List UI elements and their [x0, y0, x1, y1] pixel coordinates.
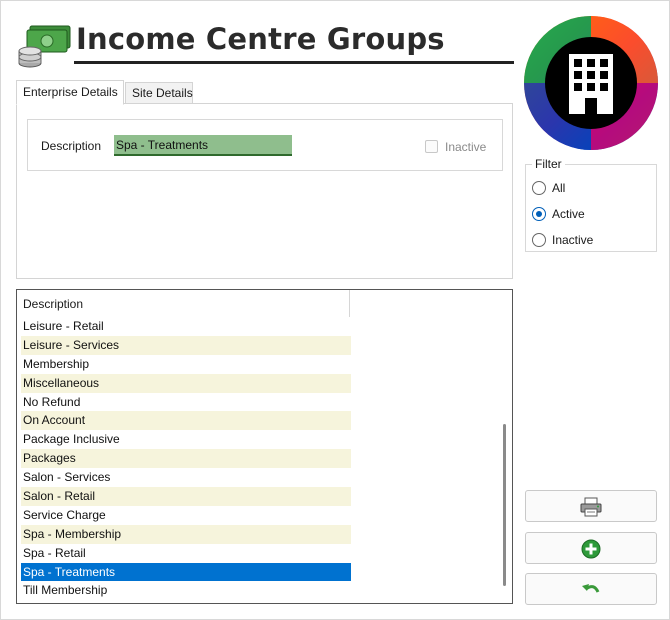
filter-all-label: All: [552, 181, 566, 195]
enterprise-details-panel: Description Inactive: [16, 103, 513, 279]
column-header-description: Description: [23, 297, 84, 311]
plus-circle-icon: [581, 539, 601, 559]
filter-legend: Filter: [532, 157, 565, 171]
list-item[interactable]: Salon - Retail: [21, 487, 351, 506]
building-logo-icon: [524, 16, 658, 150]
filter-active-label: Active: [552, 207, 585, 221]
list-item[interactable]: On Account: [21, 411, 351, 431]
title-underline: [74, 61, 514, 64]
undo-arrow-icon: [582, 584, 600, 593]
list-rows: Leisure - Retail Leisure - Services Member…: [21, 317, 351, 600]
description-input[interactable]: [114, 135, 292, 156]
list-item[interactable]: Miscellaneous: [21, 373, 351, 393]
page-title: Income Centre Groups: [76, 22, 445, 56]
radio-button-selected-icon[interactable]: [532, 207, 546, 221]
list-item[interactable]: Spa - Membership: [21, 524, 351, 544]
list-item[interactable]: Till Membership: [21, 581, 351, 600]
list-item[interactable]: Spa - Retail: [21, 544, 351, 563]
printer-icon: [580, 497, 602, 517]
list-item[interactable]: Membership: [21, 355, 351, 374]
list-item[interactable]: Leisure - Services: [21, 335, 351, 355]
tab-site-details[interactable]: Site Details: [125, 82, 193, 104]
filter-group: Filter All Active Inactive: [525, 157, 657, 252]
list-scrollbar[interactable]: [503, 424, 506, 586]
list-item[interactable]: Salon - Services: [21, 468, 351, 487]
list-item[interactable]: Service Charge: [21, 506, 351, 525]
list-item[interactable]: Leisure - Retail: [21, 317, 351, 336]
filter-inactive-label: Inactive: [552, 233, 594, 247]
income-centre-groups-list[interactable]: Description Leisure - Retail Leisure - Se…: [16, 289, 513, 604]
undo-button[interactable]: [525, 573, 657, 605]
list-item[interactable]: Spa - Treatments: [21, 562, 351, 582]
description-label: Description: [41, 139, 102, 153]
radio-button-icon[interactable]: [532, 233, 546, 247]
description-group: Description Inactive: [27, 119, 503, 171]
list-item[interactable]: Package Inclusive: [21, 430, 351, 449]
inactive-label: Inactive: [445, 140, 487, 154]
list-item[interactable]: Packages: [21, 449, 351, 469]
radio-button-icon[interactable]: [532, 181, 546, 195]
list-item[interactable]: No Refund: [21, 393, 351, 412]
print-button[interactable]: [525, 490, 657, 522]
tab-enterprise-details[interactable]: Enterprise Details: [16, 80, 124, 105]
money-coins-icon: [18, 25, 71, 68]
inactive-checkbox[interactable]: [425, 140, 438, 153]
list-column-header[interactable]: Description: [17, 290, 350, 317]
add-button[interactable]: [525, 532, 657, 564]
